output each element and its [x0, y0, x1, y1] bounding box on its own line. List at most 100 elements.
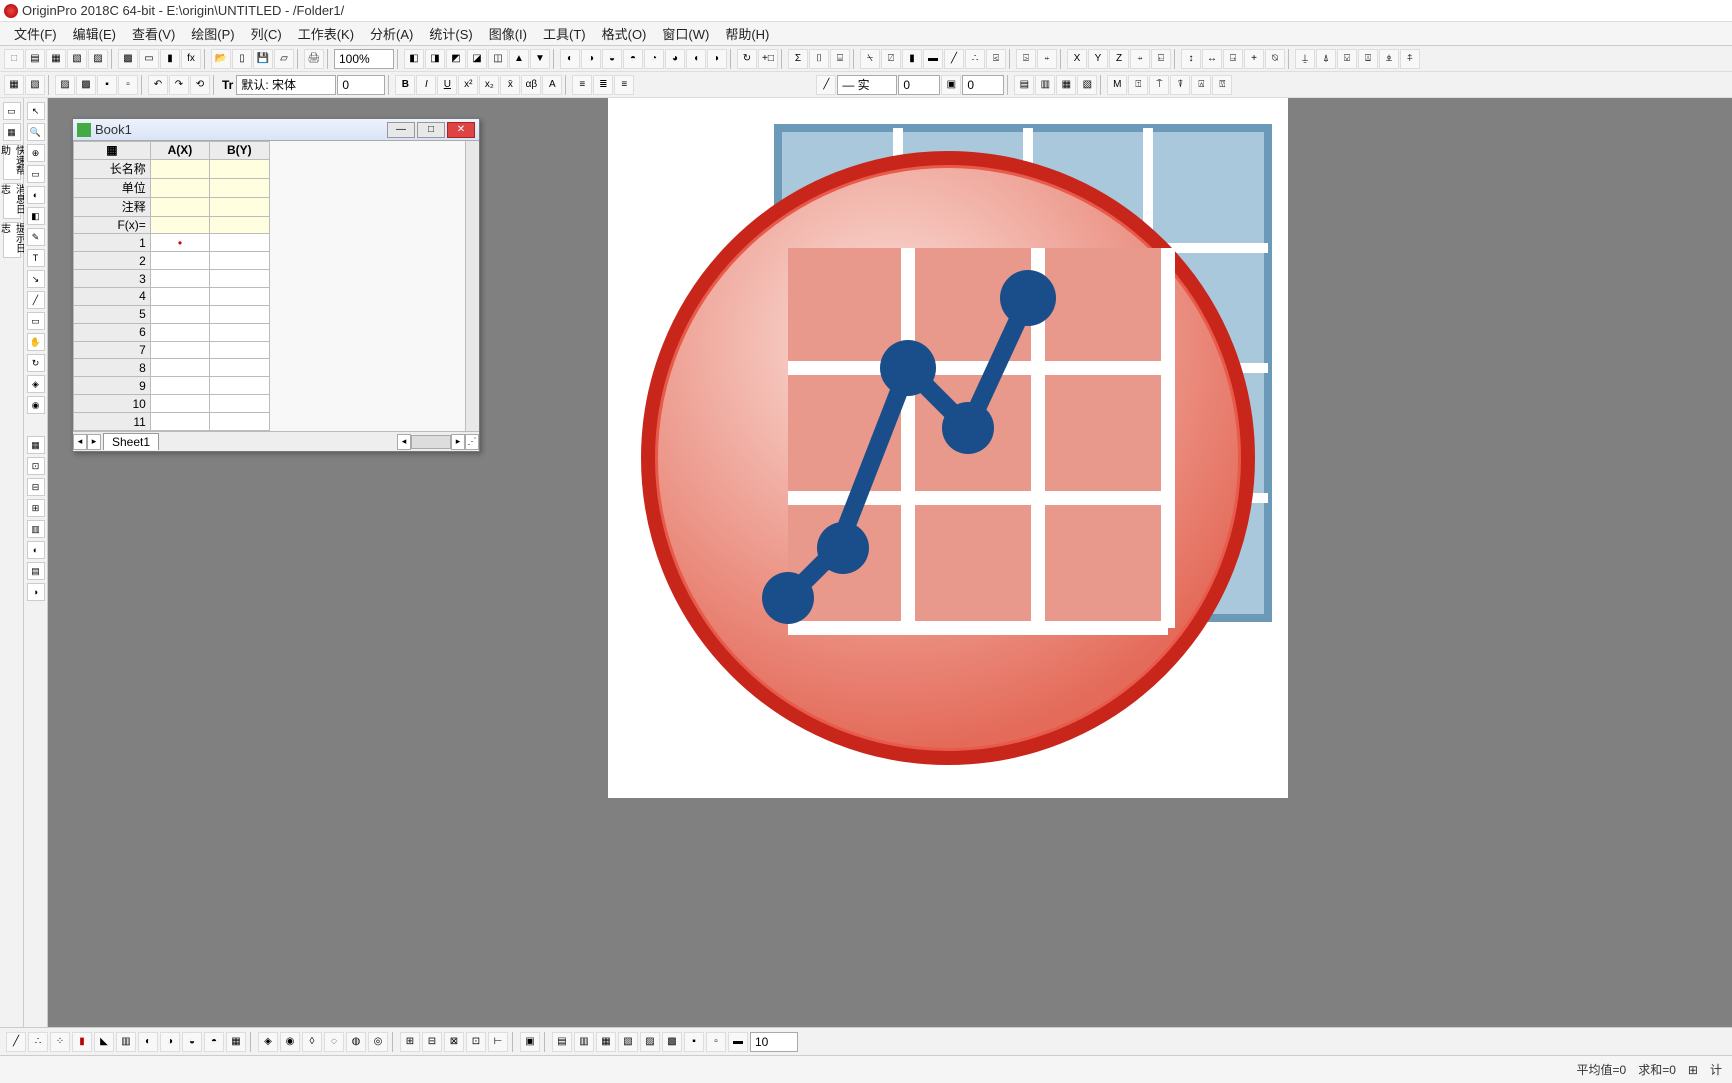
- print-icon[interactable]: 🖨: [304, 49, 324, 69]
- fill-color-icon[interactable]: ▣: [941, 75, 961, 95]
- layout-icon[interactable]: ⊠: [444, 1032, 464, 1052]
- cell[interactable]: [210, 341, 269, 359]
- tool-icon[interactable]: ◫: [488, 49, 508, 69]
- x-label-icon[interactable]: X: [1067, 49, 1087, 69]
- grid-corner[interactable]: ▦: [74, 142, 151, 160]
- tool-icon[interactable]: x̄: [500, 75, 520, 95]
- 3d-icon[interactable]: ◊: [302, 1032, 322, 1052]
- recalc-icon[interactable]: ↻: [737, 49, 757, 69]
- cell[interactable]: [210, 197, 269, 216]
- resize-grip-icon[interactable]: ⋰: [465, 434, 479, 450]
- tool-icon[interactable]: ⍓: [1191, 75, 1211, 95]
- tool-icon[interactable]: ⍍: [1358, 49, 1378, 69]
- tool-icon[interactable]: ▧: [1077, 75, 1097, 95]
- cell[interactable]: [210, 234, 269, 252]
- italic-icon[interactable]: I: [416, 75, 436, 95]
- tool-icon[interactable]: ▦: [3, 123, 21, 141]
- menu-view[interactable]: 查看(V): [124, 21, 183, 46]
- reader-icon[interactable]: ⊕: [27, 144, 45, 162]
- bold-icon[interactable]: B: [395, 75, 415, 95]
- size-combo-2[interactable]: [962, 75, 1004, 95]
- layout-icon[interactable]: ⊡: [466, 1032, 486, 1052]
- tool-icon[interactable]: ▥: [27, 520, 45, 538]
- cell[interactable]: [210, 178, 269, 197]
- cell[interactable]: [210, 216, 269, 234]
- tool-icon[interactable]: ▧: [618, 1032, 638, 1052]
- cell[interactable]: [210, 395, 269, 413]
- tool-icon[interactable]: M: [1107, 75, 1127, 95]
- open-icon[interactable]: 📂: [211, 49, 231, 69]
- tool-icon[interactable]: ⍃: [986, 49, 1006, 69]
- cell[interactable]: [150, 305, 209, 323]
- tool-icon[interactable]: ↶: [148, 75, 168, 95]
- tool-icon[interactable]: ▥: [1035, 75, 1055, 95]
- pointer-icon[interactable]: ↖: [27, 102, 45, 120]
- tool-icon[interactable]: ⊞: [27, 499, 45, 517]
- cell[interactable]: [210, 377, 269, 395]
- tool-icon[interactable]: ⍆: [1130, 49, 1150, 69]
- tool-icon[interactable]: ↕: [1181, 49, 1201, 69]
- cell[interactable]: [210, 359, 269, 377]
- new-function-icon[interactable]: fx: [181, 49, 201, 69]
- row-number[interactable]: 4: [74, 288, 151, 306]
- tool-icon[interactable]: ▧: [25, 75, 45, 95]
- menu-statistics[interactable]: 统计(S): [421, 21, 480, 46]
- new-graph-icon[interactable]: ▨: [88, 49, 108, 69]
- sigma-icon[interactable]: Σ: [788, 49, 808, 69]
- tool-icon[interactable]: ▪: [97, 75, 117, 95]
- scatter-plot-icon[interactable]: ∴: [28, 1032, 48, 1052]
- tool-icon[interactable]: ⍔: [1212, 75, 1232, 95]
- cell[interactable]: [150, 178, 209, 197]
- plot-icon[interactable]: ◓: [204, 1032, 224, 1052]
- 3d-icon[interactable]: ◈: [258, 1032, 278, 1052]
- menu-tools[interactable]: 工具(T): [535, 21, 594, 46]
- tool-icon[interactable]: ⍅: [1037, 49, 1057, 69]
- tool-icon[interactable]: ▭: [3, 102, 21, 120]
- tool-icon[interactable]: ◐: [27, 541, 45, 559]
- tool-icon[interactable]: ⟲: [190, 75, 210, 95]
- tool-icon[interactable]: ▨: [640, 1032, 660, 1052]
- line-color-icon[interactable]: ╱: [816, 75, 836, 95]
- hand-icon[interactable]: ✋: [27, 333, 45, 351]
- align-center-icon[interactable]: ≣: [593, 75, 613, 95]
- open-template-icon[interactable]: ▯: [232, 49, 252, 69]
- book-titlebar[interactable]: Book1 — □ ✕: [73, 119, 479, 141]
- tool-icon[interactable]: ▪: [684, 1032, 704, 1052]
- plot-icon[interactable]: ◒: [182, 1032, 202, 1052]
- tab-nav-prev[interactable]: ▸: [87, 434, 101, 450]
- tool-icon[interactable]: ◒: [602, 49, 622, 69]
- align-right-icon[interactable]: ≡: [614, 75, 634, 95]
- arrow-icon[interactable]: ↘: [27, 270, 45, 288]
- menu-file[interactable]: 文件(F): [6, 21, 65, 46]
- row-number[interactable]: 6: [74, 323, 151, 341]
- tool-icon[interactable]: ⌷: [809, 49, 829, 69]
- layout-icon[interactable]: ⊞: [400, 1032, 420, 1052]
- save-template-icon[interactable]: ▱: [274, 49, 294, 69]
- new-project-icon[interactable]: □: [4, 49, 24, 69]
- row-number[interactable]: 8: [74, 359, 151, 377]
- tool-icon[interactable]: ⌸: [830, 49, 850, 69]
- z-label-icon[interactable]: Z: [1109, 49, 1129, 69]
- subscript-icon[interactable]: x₂: [479, 75, 499, 95]
- data-icon[interactable]: ◐: [27, 186, 45, 204]
- tool-icon[interactable]: ▤: [1014, 75, 1034, 95]
- tool-icon[interactable]: ▨: [55, 75, 75, 95]
- tool-icon[interactable]: ◧: [404, 49, 424, 69]
- menu-help[interactable]: 帮助(H): [717, 21, 777, 46]
- 3d-icon[interactable]: ◉: [280, 1032, 300, 1052]
- tool-icon[interactable]: ◨: [425, 49, 445, 69]
- tool-icon[interactable]: ◓: [623, 49, 643, 69]
- row-number[interactable]: 11: [74, 413, 151, 431]
- column-chart-icon[interactable]: ▮: [902, 49, 922, 69]
- menu-format[interactable]: 格式(O): [594, 21, 655, 46]
- row-number[interactable]: 3: [74, 270, 151, 288]
- cell[interactable]: [210, 323, 269, 341]
- menu-window[interactable]: 窗口(W): [654, 21, 717, 46]
- row-number[interactable]: 9: [74, 377, 151, 395]
- mask-icon[interactable]: ◧: [27, 207, 45, 225]
- zoom-icon[interactable]: 🔍: [27, 123, 45, 141]
- cell[interactable]: [150, 395, 209, 413]
- close-button[interactable]: ✕: [447, 122, 475, 138]
- bar-plot-icon[interactable]: ▥: [116, 1032, 136, 1052]
- font-size-combo[interactable]: [337, 75, 385, 95]
